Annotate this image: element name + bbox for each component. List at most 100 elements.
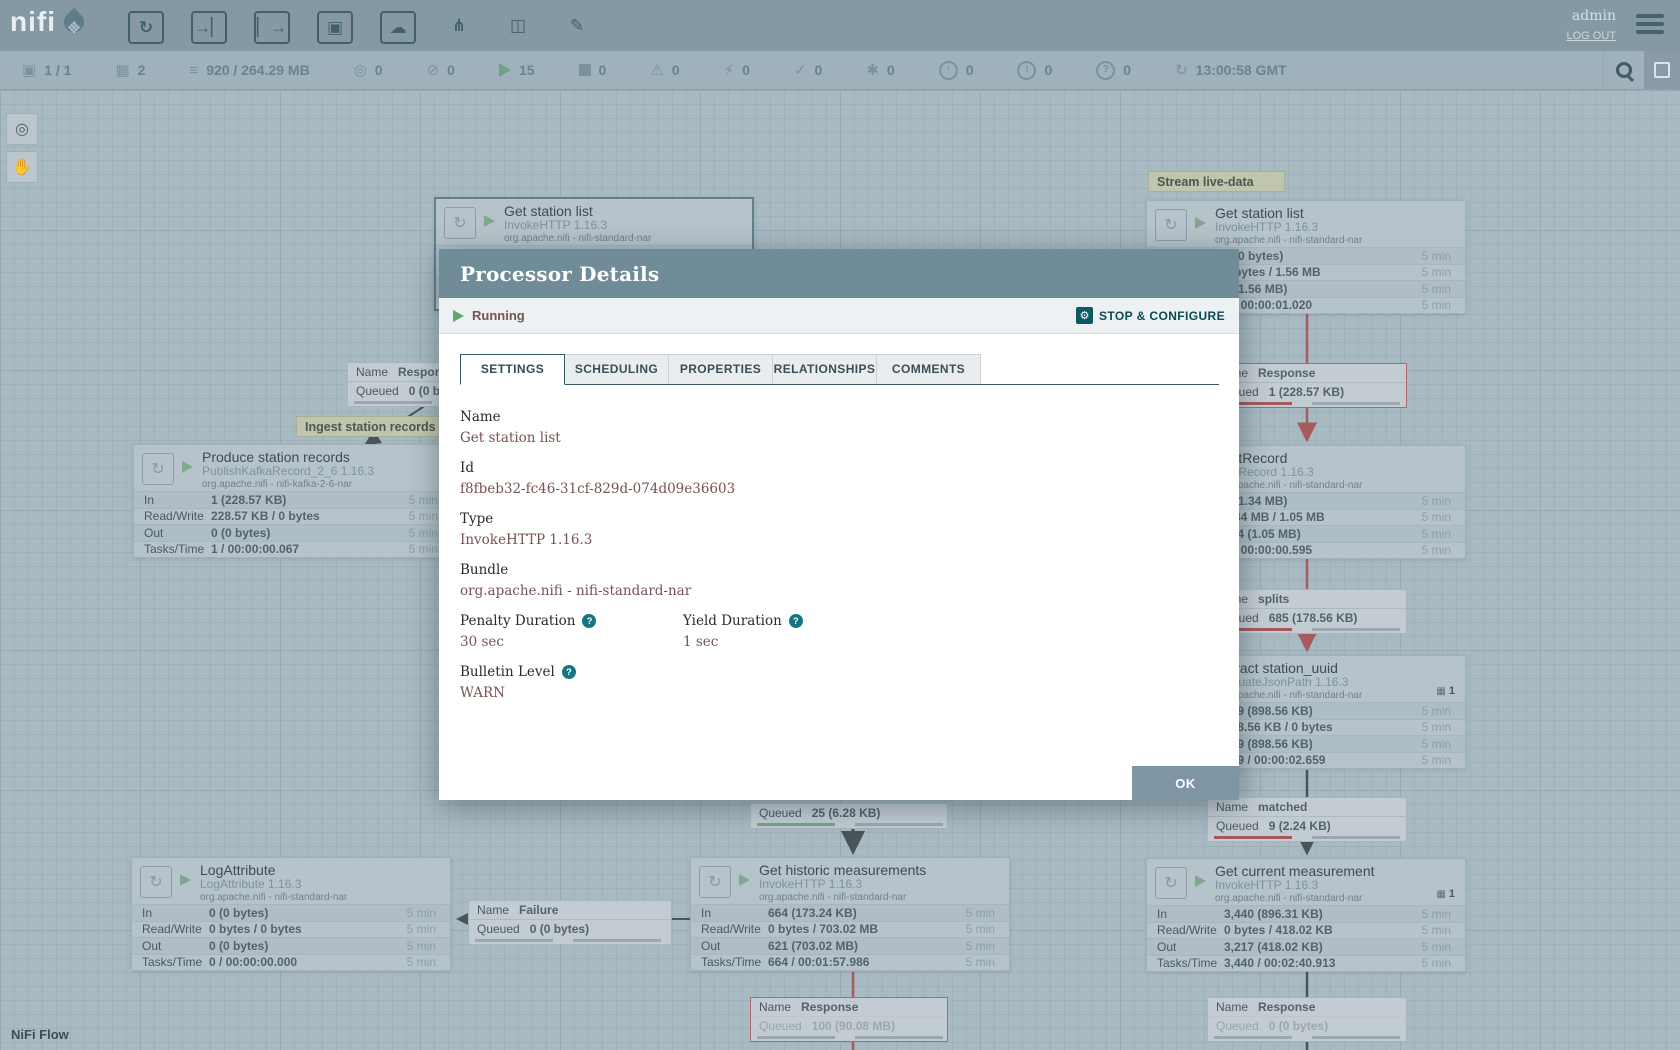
processor-log-attribute[interactable]: ↻LogAttributeLogAttribute 1.16.3org.apac… bbox=[131, 857, 451, 971]
stale-icon: ↑ bbox=[939, 61, 958, 80]
stat-value: 0 (0 bytes) bbox=[209, 939, 407, 953]
status-item-not-transmitting: ⊘0 bbox=[427, 62, 455, 78]
status-value: 0 bbox=[599, 62, 607, 78]
field-type: Type InvokeHTTP 1.16.3 bbox=[460, 511, 1219, 548]
flow-status-bar: ▣1 / 1▦2≡920 / 264.29 MB◎0⊘0150⚠0⚡0✓0✱0↑… bbox=[0, 51, 1680, 90]
process-group-icon[interactable]: ▣ bbox=[317, 11, 353, 44]
stat-label: In bbox=[144, 493, 211, 507]
breadcrumb[interactable]: NiFi Flow bbox=[11, 1027, 69, 1042]
queued-key: Queued bbox=[1216, 1019, 1259, 1033]
stat-label: In bbox=[701, 906, 768, 920]
processor-type: EvaluateJsonPath 1.16.3 bbox=[1215, 676, 1465, 690]
connection-label-response-bottom-right[interactable]: NameResponseQueued0 (0 bytes) bbox=[1207, 997, 1407, 1042]
processor-type: InvokeHTTP 1.16.3 bbox=[759, 878, 1009, 892]
field-bundle: Bundle org.apache.nifi - nifi-standard-n… bbox=[460, 562, 1219, 599]
status-value: 0 bbox=[815, 62, 823, 78]
tab-settings[interactable]: SETTINGS bbox=[460, 354, 565, 385]
run-state-icon bbox=[739, 874, 750, 886]
processor-header: ↻LogAttributeLogAttribute 1.16.3org.apac… bbox=[132, 858, 450, 904]
processor-stats: In1 (228.57 KB)5 minRead/Write228.57 KB … bbox=[134, 491, 452, 557]
connection-label-response-bottom-center[interactable]: NameResponseQueued100 (90.08 MB) bbox=[750, 997, 948, 1042]
stat-period: 5 min bbox=[1422, 704, 1451, 718]
label-icon[interactable]: ✎ bbox=[561, 11, 593, 40]
stat-value: 3,217 (418.02 KB) bbox=[1224, 940, 1422, 954]
processor-icon[interactable]: ↻ bbox=[128, 11, 164, 44]
stat-value: 649 / 00:00:02.659 bbox=[1224, 753, 1422, 767]
search-button[interactable] bbox=[1603, 51, 1644, 89]
dialog-header: Processor Details bbox=[439, 249, 1239, 298]
tab-scheduling[interactable]: SCHEDULING bbox=[564, 354, 669, 384]
processor-get-current-measurement[interactable]: ↻Get current measurementInvokeHTTP 1.16.… bbox=[1146, 858, 1466, 972]
connection-label-matched[interactable]: NamematchedQueued9 (2.24 KB) bbox=[1207, 797, 1407, 842]
output-port-icon[interactable]: ▏→ bbox=[254, 11, 290, 44]
processor-get-historic-measurements[interactable]: ↻Get historic measurementsInvokeHTTP 1.1… bbox=[690, 857, 1010, 971]
help-icon[interactable]: ? bbox=[789, 614, 803, 628]
stat-label: Out bbox=[1157, 940, 1224, 954]
nifi-logo-text: nifi bbox=[10, 8, 56, 36]
processor-produce-station-records[interactable]: ↻Produce station recordsPublishKafkaReco… bbox=[133, 444, 453, 558]
status-item-disabled: ⚡0 bbox=[724, 62, 750, 78]
stat-value: 621 (703.02 MB) bbox=[768, 939, 966, 953]
name-value: matched bbox=[1258, 800, 1307, 814]
status-item-transmitting: ◎0 bbox=[354, 62, 383, 78]
processor-type: InvokeHTTP 1.16.3 bbox=[504, 219, 752, 233]
stat-period: 5 min bbox=[1422, 753, 1451, 767]
remote-process-group-icon[interactable]: ☁ bbox=[380, 11, 416, 44]
funnel-icon[interactable]: ⋔ bbox=[443, 11, 475, 40]
status-item-stopped: 0 bbox=[579, 62, 607, 78]
status-item-refresh[interactable]: ↻13:00:58 GMT bbox=[1175, 62, 1287, 78]
processor-name: Get current measurement bbox=[1215, 863, 1465, 879]
connection-label-queued-25[interactable]: Queued25 (6.28 KB) bbox=[750, 803, 948, 829]
template-icon[interactable]: ◫ bbox=[502, 11, 534, 40]
stat-row: Read/Write0 bytes / 703.02 MB5 min bbox=[691, 921, 1009, 938]
stat-value: 664 (173.24 KB) bbox=[768, 906, 966, 920]
ok-button[interactable]: OK bbox=[1132, 766, 1239, 800]
stat-label: Read/Write bbox=[144, 509, 211, 523]
stat-label: In bbox=[1157, 907, 1224, 921]
processor-bundle: org.apache.nifi - nifi-standard-nar bbox=[200, 892, 450, 904]
connection-queued-row: Queued25 (6.28 KB) bbox=[751, 804, 947, 822]
last-refresh-time: 13:00:58 GMT bbox=[1196, 62, 1287, 78]
type-label: Type bbox=[460, 511, 1219, 527]
queued-key: Queued bbox=[1216, 819, 1259, 833]
stat-period: 5 min bbox=[966, 955, 995, 969]
panel-toggle-button[interactable] bbox=[1644, 51, 1680, 89]
badge-icon: ▦ bbox=[1436, 889, 1445, 900]
tab-properties[interactable]: PROPERTIES bbox=[668, 354, 773, 384]
input-port-icon[interactable]: →▏ bbox=[191, 11, 227, 44]
stat-label: Out bbox=[701, 939, 768, 953]
stat-period: 5 min bbox=[1422, 510, 1451, 524]
connection-label-failure[interactable]: NameFailureQueued0 (0 bytes) bbox=[468, 900, 672, 945]
help-icon[interactable]: ? bbox=[582, 614, 596, 628]
processor-name: Extract station_uuid bbox=[1215, 660, 1465, 676]
stat-value: 6 / 00:00:01.020 bbox=[1224, 298, 1422, 312]
operate-palette-button[interactable]: ✋ bbox=[6, 151, 38, 183]
stat-value: 4 / 00:00:00.595 bbox=[1224, 543, 1422, 557]
stat-row: Read/Write228.57 KB / 0 bytes5 min bbox=[134, 508, 452, 525]
stat-period: 5 min bbox=[407, 939, 436, 953]
disabled-icon: ⚡ bbox=[724, 63, 735, 78]
canvas-label-stream-live-data[interactable]: Stream live-data bbox=[1148, 171, 1285, 192]
queue-bars bbox=[751, 1035, 947, 1041]
logout-link[interactable]: LOG OUT bbox=[1566, 30, 1616, 42]
stat-row: Out3,217 (418.02 KB)5 min bbox=[1147, 938, 1465, 955]
processor-stats: In3,440 (896.31 KB)5 minRead/Write0 byte… bbox=[1147, 905, 1465, 971]
global-menu-icon[interactable] bbox=[1636, 14, 1664, 38]
stat-period: 5 min bbox=[1422, 527, 1451, 541]
canvas-label-ingest-station-records[interactable]: Ingest station records bbox=[296, 416, 445, 437]
help-icon[interactable]: ? bbox=[562, 665, 576, 679]
processor-name: SplitRecord bbox=[1215, 450, 1465, 466]
tab-comments[interactable]: COMMENTS bbox=[876, 354, 981, 384]
navigate-palette-button[interactable]: ◎ bbox=[6, 113, 38, 145]
transmitting-icon: ◎ bbox=[354, 63, 367, 78]
stat-row: In3,440 (896.31 KB)5 min bbox=[1147, 905, 1465, 922]
name-value: Failure bbox=[519, 903, 558, 917]
stat-value: 1.34 MB / 1.05 MB bbox=[1224, 510, 1422, 524]
status-value: 0 bbox=[672, 62, 680, 78]
stop-and-configure-button[interactable]: ⚙ STOP & CONFIGURE bbox=[1076, 307, 1225, 324]
stat-period: 5 min bbox=[409, 526, 438, 540]
dialog-tab-bar: SETTINGSSCHEDULINGPROPERTIESRELATIONSHIP… bbox=[460, 354, 1219, 385]
queued-icon: ≡ bbox=[189, 63, 198, 78]
stat-period: 5 min bbox=[407, 906, 436, 920]
tab-relationships[interactable]: RELATIONSHIPS bbox=[772, 354, 877, 384]
